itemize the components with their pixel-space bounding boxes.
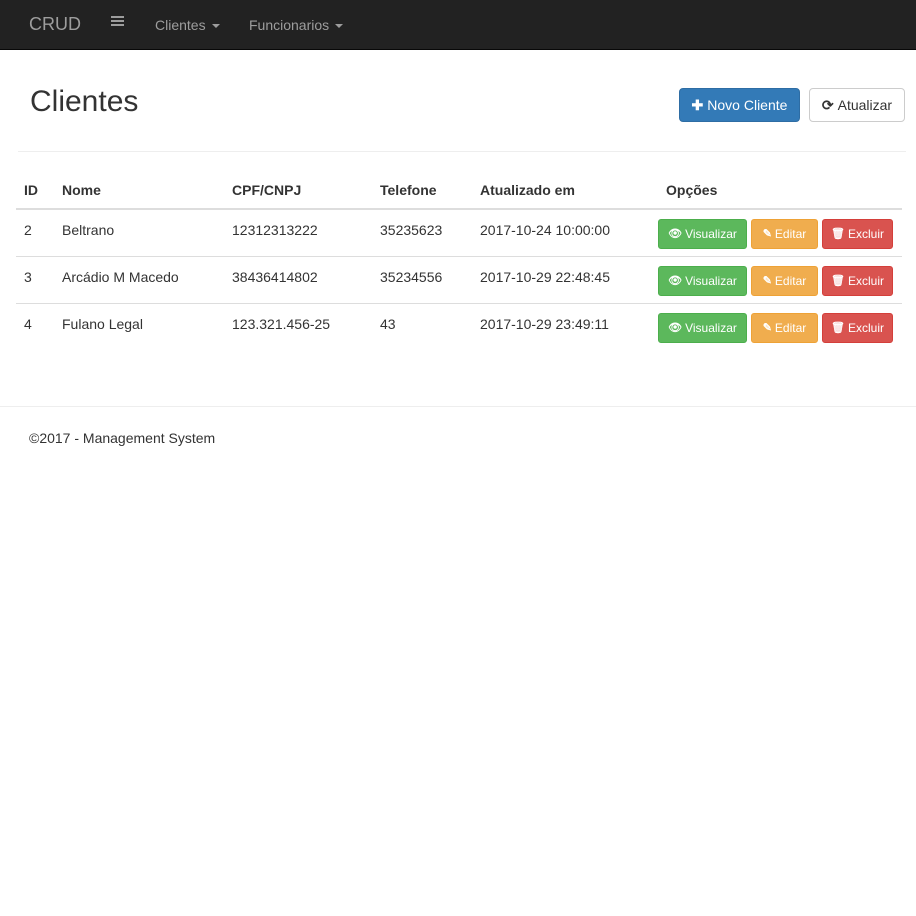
cell-id: 2: [16, 209, 54, 257]
cell-cpf-cnpj: 12312313222: [224, 209, 372, 257]
cell-opcoes: 👁 Visualizar ✎ Editar 🗑 Excluir: [658, 303, 902, 350]
cell-nome: Beltrano: [54, 209, 224, 257]
eye-icon: 👁: [668, 274, 683, 287]
delete-button[interactable]: 🗑 Excluir: [822, 265, 893, 296]
table-row: 3 Arcádio M Macedo 38436414802 35234556 …: [16, 256, 902, 304]
cell-nome: Fulano Legal: [62, 315, 143, 332]
table-row: 4 Fulano Legal 123.321.456-25 43 2017-10…: [16, 303, 902, 350]
delete-button-label: Excluir: [847, 273, 884, 288]
pencil-icon: ✎: [762, 321, 772, 334]
refresh-icon: ⟳: [821, 97, 834, 113]
refresh-button-label: Atualizar: [837, 97, 893, 113]
edit-button-label: Editar: [774, 273, 807, 288]
clients-table: ID Nome CPF/CNPJ Telefone Atualizado em …: [16, 171, 902, 350]
cell-telefone: 35235623: [372, 209, 472, 257]
new-client-button-label: Novo Cliente: [707, 97, 788, 113]
delete-button[interactable]: 🗑 Excluir: [822, 312, 893, 343]
edit-button[interactable]: ✎ Editar: [751, 265, 818, 296]
edit-button[interactable]: ✎ Editar: [751, 312, 818, 343]
edit-button-label: Editar: [774, 320, 807, 335]
view-button-label: Visualizar: [685, 227, 737, 241]
column-header-atualizado-em: Atualizado em: [472, 171, 658, 210]
delete-button-label: Excluir: [847, 320, 884, 335]
nav-dropdown-funcionarios[interactable]: Funcionarios: [249, 16, 344, 34]
view-button[interactable]: 👁 Visualizar: [658, 312, 747, 343]
edit-button[interactable]: ✎ Editar: [751, 219, 818, 249]
cell-cpf-cnpj: 123.321.456-25: [232, 315, 331, 332]
header-divider: [18, 151, 906, 152]
cell-id: 3: [16, 256, 54, 304]
pencil-icon: ✎: [762, 274, 772, 287]
hamburger-icon[interactable]: [111, 16, 124, 30]
footer-copyright: ©2017 - Management System: [29, 430, 216, 446]
cell-telefone: 43: [380, 315, 396, 332]
view-button-label: Visualizar: [685, 273, 737, 288]
view-button-label: Visualizar: [685, 320, 737, 335]
column-header-opcoes: Opções: [658, 171, 902, 210]
trash-icon: 🗑: [831, 228, 845, 240]
eye-icon: 👁: [668, 228, 683, 240]
column-header-nome: Nome: [54, 171, 224, 210]
refresh-button[interactable]: ⟳ Atualizar: [809, 88, 905, 122]
cell-opcoes: 👁 Visualizar ✎ Editar 🗑 Excluir: [658, 256, 902, 304]
cell-nome: Arcádio M Macedo: [54, 256, 224, 304]
trash-icon: 🗑: [831, 321, 845, 334]
cell-id: 4: [24, 315, 32, 332]
top-navbar: CRUD Clientes Funcionarios: [0, 0, 916, 50]
page-title: Clientes: [30, 85, 139, 118]
delete-button[interactable]: 🗑 Excluir: [822, 219, 893, 249]
cell-opcoes: 👁 Visualizar ✎ Editar 🗑 Excluir: [658, 209, 902, 257]
cell-telefone: 35234556: [372, 256, 472, 304]
nav-dropdown-funcionarios-label: Funcionarios: [249, 17, 330, 33]
column-header-id: ID: [16, 171, 54, 210]
delete-button-label: Excluir: [847, 227, 884, 241]
column-header-cpf-cnpj: CPF/CNPJ: [224, 171, 372, 210]
caret-down-icon: [211, 24, 220, 29]
eye-icon: 👁: [668, 321, 683, 334]
cell-atualizado-em: 2017-10-29 23:49:11: [480, 315, 609, 332]
view-button[interactable]: 👁 Visualizar: [658, 219, 747, 249]
view-button[interactable]: 👁 Visualizar: [658, 265, 747, 296]
table-row: 2 Beltrano 12312313222 35235623 2017-10-…: [16, 209, 902, 257]
plus-icon: ✚: [691, 97, 704, 113]
edit-button-label: Editar: [774, 227, 807, 241]
cell-atualizado-em: 2017-10-24 10:00:00: [472, 209, 658, 257]
caret-down-icon: [335, 24, 344, 29]
nav-dropdown-clientes-label: Clientes: [155, 17, 206, 33]
pencil-icon: ✎: [762, 228, 772, 240]
navbar-brand[interactable]: CRUD: [29, 14, 81, 34]
table-header-row: ID Nome CPF/CNPJ Telefone Atualizado em …: [16, 171, 902, 210]
cell-cpf-cnpj: 38436414802: [224, 256, 372, 304]
new-client-button[interactable]: ✚ Novo Cliente: [679, 88, 800, 122]
column-header-telefone: Telefone: [372, 171, 472, 210]
trash-icon: 🗑: [831, 274, 845, 287]
nav-dropdown-clientes[interactable]: Clientes: [155, 16, 220, 34]
footer-divider: [0, 406, 916, 407]
cell-atualizado-em: 2017-10-29 22:48:45: [472, 256, 658, 304]
